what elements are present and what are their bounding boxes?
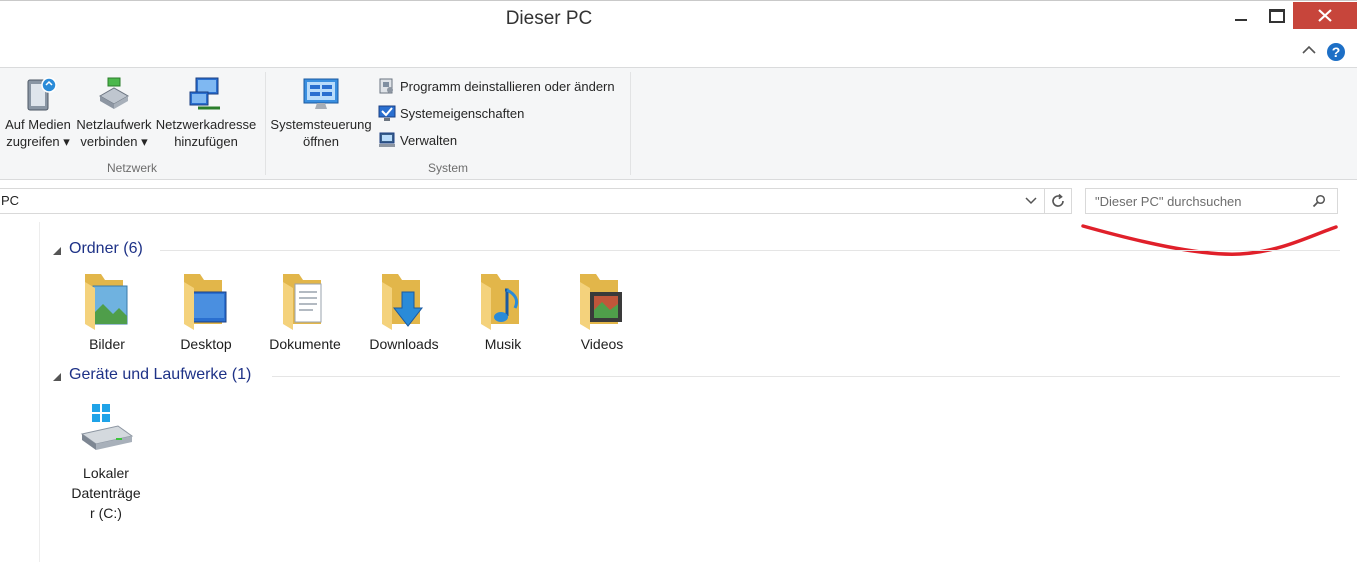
folder-item[interactable]: Musik <box>455 268 551 354</box>
ribbon: Auf Medien zugreifen ▾ Netzlaufwerk verb… <box>0 68 1357 180</box>
close-icon <box>1318 9 1332 22</box>
desktop-folder-icon <box>184 274 227 330</box>
drive-label: Lokaler Datenträge r (C:) <box>60 463 152 523</box>
title-bar: Dieser PC <box>0 0 1357 39</box>
folder-label: Bilder <box>89 336 125 352</box>
add-location-label-1: Netzwerkadresse <box>155 117 257 132</box>
uninstall-icon <box>379 78 393 94</box>
navigation-pane[interactable] <box>0 222 40 562</box>
section-title-folders: Ordner (6) <box>69 240 143 257</box>
add-network-location-button[interactable]: Netzwerkadresse hinzufügen <box>155 74 257 150</box>
network-location-icon <box>189 77 220 110</box>
manage-label: Verwalten <box>400 133 458 148</box>
map-drive-label-2: verbinden ▾ <box>80 134 148 149</box>
documents-folder-icon <box>283 274 322 330</box>
section-divider <box>160 250 1340 251</box>
folder-label: Musik <box>484 336 522 352</box>
section-divider <box>272 376 1340 377</box>
close-button[interactable] <box>1293 2 1357 29</box>
music-folder-icon <box>481 274 519 330</box>
collapse-triangle-icon[interactable] <box>52 246 62 256</box>
uninstall-label: Programm deinstallieren oder ändern <box>400 79 615 94</box>
add-location-label-2: hinzufügen <box>174 134 238 149</box>
folder-label: Videos <box>580 336 624 352</box>
media-access-label-2: zugreifen ▾ <box>6 134 70 149</box>
folder-label: Dokumente <box>269 336 341 352</box>
chevron-up-icon[interactable] <box>1302 45 1316 55</box>
address-path: PC <box>1 193 20 208</box>
section-title-drives: Geräte und Laufwerke (1) <box>69 366 252 383</box>
folder-item[interactable]: Bilder <box>59 268 155 354</box>
drive-label-line: Datenträge <box>71 485 141 501</box>
network-drive-icon <box>98 77 130 109</box>
address-bar[interactable]: PC <box>0 188 1045 214</box>
group-separator <box>630 72 631 175</box>
control-panel-icon <box>303 78 339 109</box>
control-panel-label-2: öffnen <box>303 134 339 149</box>
drive-item[interactable]: Lokaler Datenträge r (C:) <box>60 402 152 523</box>
group-label-system: System <box>427 161 468 175</box>
pictures-folder-icon <box>85 274 128 330</box>
media-access-button[interactable]: Auf Medien zugreifen ▾ <box>2 74 74 150</box>
refresh-icon <box>1052 193 1064 207</box>
refresh-button[interactable] <box>1045 188 1072 214</box>
local-disk-icon <box>80 404 134 450</box>
collapse-triangle-icon[interactable] <box>52 372 62 382</box>
address-row: PC <box>0 180 1357 222</box>
folder-item[interactable]: Downloads <box>356 268 452 354</box>
search-icon[interactable] <box>1312 194 1326 208</box>
map-drive-label-1: Netzlaufwerk <box>76 117 152 132</box>
media-access-label-1: Auf Medien <box>5 117 71 132</box>
help-icon[interactable]: ? <box>1327 43 1345 61</box>
minimize-button[interactable] <box>1225 2 1259 29</box>
search-box[interactable] <box>1085 188 1338 214</box>
section-header-drives[interactable]: Geräte und Laufwerke (1) <box>50 366 1340 386</box>
section-header-folders[interactable]: Ordner (6) <box>50 240 1340 260</box>
folder-label: Downloads <box>369 336 439 352</box>
map-network-drive-button[interactable]: Netzlaufwerk verbinden ▾ <box>76 74 152 150</box>
control-panel-label-1: Systemsteuerung <box>270 117 372 132</box>
videos-folder-icon <box>580 274 622 330</box>
group-separator <box>265 72 266 175</box>
folder-label: Desktop <box>180 336 232 352</box>
system-properties-icon <box>378 105 396 121</box>
manage-icon <box>379 132 395 147</box>
media-server-icon <box>27 77 57 111</box>
group-label-netzwerk: Netzwerk <box>106 161 157 175</box>
folder-item[interactable]: Videos <box>554 268 650 354</box>
drive-label-line: r (C:) <box>90 505 122 521</box>
search-input[interactable] <box>1095 192 1305 210</box>
folder-item[interactable]: Dokumente <box>257 268 353 354</box>
ribbon-tab-strip: ? <box>0 38 1357 68</box>
folder-item[interactable]: Desktop <box>158 268 254 354</box>
window-title: Dieser PC <box>505 8 593 29</box>
open-control-panel-button[interactable]: Systemsteuerung öffnen <box>270 74 372 150</box>
chevron-down-icon[interactable] <box>1024 196 1038 206</box>
drive-label-line: Lokaler <box>83 465 129 481</box>
system-properties-label: Systemeigenschaften <box>400 106 525 121</box>
downloads-folder-icon <box>382 274 424 330</box>
maximize-button[interactable] <box>1260 2 1292 29</box>
